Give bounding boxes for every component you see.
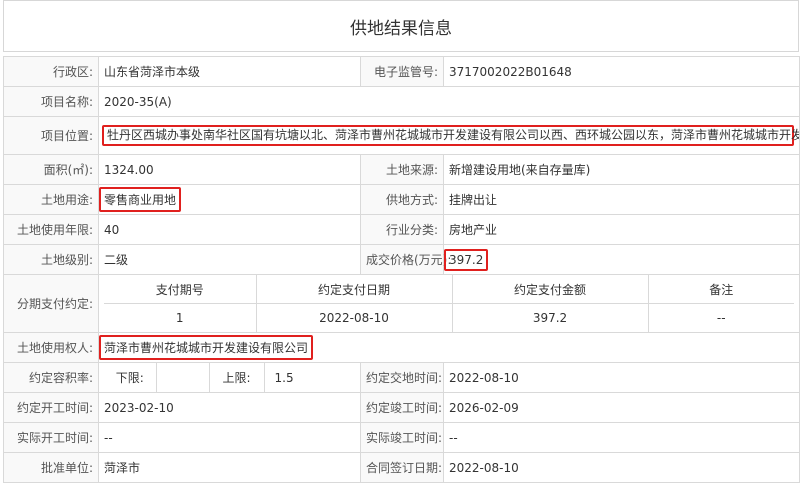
actual-start-label: 实际开工时间: (3, 422, 99, 453)
row-term: 土地使用年限: 40 行业分类: 房地产业 (3, 214, 800, 245)
row-plot-ratio: 约定容积率: 下限: 上限: 1.5 约定交地时间: 2022-08-10 (3, 362, 800, 393)
installment-label: 分期支付约定: (3, 274, 99, 333)
land-use-value: 零售商业用地 (99, 187, 182, 212)
row-location: 项目位置: 牡丹区西城办事处南华社区国有坑塘以北、菏泽市曹州花城城市开发建设有限… (3, 116, 800, 155)
land-use-label: 土地用途: (3, 184, 99, 215)
installment-header-date: 约定支付日期 (256, 275, 453, 304)
plot-upper-value: 1.5 (274, 370, 294, 385)
installment-date: 2022-08-10 (256, 303, 453, 332)
row-area: 面积(㎡): 1324.00 土地来源: 新增建设用地(来自存量库) (3, 154, 800, 185)
plot-ratio-label: 约定容积率: (3, 362, 99, 393)
approver-label: 批准单位: (3, 452, 99, 483)
delivery-label: 约定交地时间: (360, 362, 444, 393)
price-cell: 397.2 (443, 244, 800, 275)
grade-value: 二级 (98, 244, 361, 275)
installment-header-row: 支付期号 约定支付日期 约定支付金额 备注 (104, 275, 794, 304)
grade-label: 土地级别: (3, 244, 99, 275)
installment-amount: 397.2 (452, 303, 649, 332)
installment-header-period: 支付期号 (104, 275, 257, 304)
installment-note: -- (716, 311, 726, 325)
land-use-cell: 零售商业用地 (98, 184, 361, 215)
land-source-label: 土地来源: (360, 154, 444, 185)
area-label: 面积(㎡): (3, 154, 99, 185)
table-row: 1 2022-08-10 397.2 -- (104, 303, 794, 332)
term-value: 40 (98, 214, 361, 245)
user-value: 菏泽市曹州花城城市开发建设有限公司 (99, 335, 314, 360)
row-installment: 分期支付约定: 支付期号 约定支付日期 约定支付金额 备注 1 2022-08-… (3, 274, 800, 333)
location-cell: 牡丹区西城办事处南华社区国有坑塘以北、菏泽市曹州花城城市开发建设有限公司以西、西… (98, 116, 800, 155)
info-table: 行政区: 山东省菏泽市本级 电子监管号: 3717002022B01648 项目… (3, 56, 800, 483)
contract-label: 合同签订日期: (360, 452, 444, 483)
installment-table: 支付期号 约定支付日期 约定支付金额 备注 1 2022-08-10 397.2… (104, 275, 794, 332)
contract-value: 2022-08-10 (443, 452, 800, 483)
installment-period: 1 (104, 303, 257, 332)
supervision-value: 3717002022B01648 (443, 56, 800, 87)
supervision-label: 电子监管号: (360, 56, 444, 87)
delivery-value: 2022-08-10 (443, 362, 800, 393)
project-name-label: 项目名称: (3, 86, 99, 117)
supply-method-value: 挂牌出让 (443, 184, 800, 215)
installment-header-note: 备注 (648, 275, 794, 304)
finish-label: 约定竣工时间: (360, 392, 444, 423)
row-actual: 实际开工时间: -- 实际竣工时间: -- (3, 422, 800, 453)
plot-lower-label: 下限: (104, 363, 157, 392)
start-value: 2023-02-10 (98, 392, 361, 423)
installment-header-amount: 约定支付金额 (452, 275, 649, 304)
plot-ratio-row: 下限: 上限: 1.5 (104, 363, 355, 392)
row-start: 约定开工时间: 2023-02-10 约定竣工时间: 2026-02-09 (3, 392, 800, 423)
location-label: 项目位置: (3, 116, 99, 155)
plot-ratio-cell: 下限: 上限: 1.5 (98, 362, 361, 393)
land-supply-result-page: 供地结果信息 行政区: 山东省菏泽市本级 电子监管号: 3717002022B0… (0, 0, 800, 483)
area-value: 1324.00 (98, 154, 361, 185)
row-approver: 批准单位: 菏泽市 合同签订日期: 2022-08-10 (3, 452, 800, 483)
industry-label: 行业分类: (360, 214, 444, 245)
row-user: 土地使用权人: 菏泽市曹州花城城市开发建设有限公司 (3, 332, 800, 363)
industry-value: 房地产业 (443, 214, 800, 245)
user-cell: 菏泽市曹州花城城市开发建设有限公司 (98, 332, 800, 363)
actual-start-value: -- (98, 422, 361, 453)
row-project-name: 项目名称: 2020-35(A) (3, 86, 800, 117)
land-source-value: 新增建设用地(来自存量库) (443, 154, 800, 185)
location-value: 牡丹区西城办事处南华社区国有坑塘以北、菏泽市曹州花城城市开发建设有限公司以西、西… (102, 125, 799, 146)
supply-method-label: 供地方式: (360, 184, 444, 215)
row-grade: 土地级别: 二级 成交价格(万元): 397.2 (3, 244, 800, 275)
district-label: 行政区: (3, 56, 99, 87)
actual-finish-value: -- (443, 422, 800, 453)
term-label: 土地使用年限: (3, 214, 99, 245)
row-district: 行政区: 山东省菏泽市本级 电子监管号: 3717002022B01648 (3, 56, 800, 87)
project-name-value: 2020-35(A) (98, 86, 800, 117)
plot-ratio-table: 下限: 上限: 1.5 (104, 363, 355, 392)
price-value: 397.2 (444, 248, 489, 271)
price-label: 成交价格(万元): (360, 244, 451, 275)
finish-value: 2026-02-09 (443, 392, 800, 423)
approver-value: 菏泽市 (98, 452, 361, 483)
page-title: 供地结果信息 (3, 0, 799, 52)
plot-upper-label: 上限: (209, 363, 265, 392)
user-label: 土地使用权人: (3, 332, 99, 363)
start-label: 约定开工时间: (3, 392, 99, 423)
district-value: 山东省菏泽市本级 (98, 56, 361, 87)
row-land-use: 土地用途: 零售商业用地 供地方式: 挂牌出让 (3, 184, 800, 215)
plot-lower-value (156, 363, 210, 392)
installment-cell: 支付期号 约定支付日期 约定支付金额 备注 1 2022-08-10 397.2… (98, 274, 800, 333)
actual-finish-label: 实际竣工时间: (360, 422, 444, 453)
